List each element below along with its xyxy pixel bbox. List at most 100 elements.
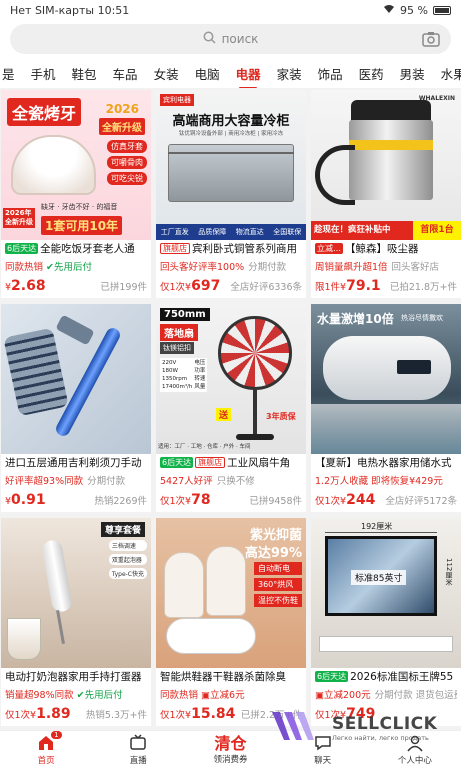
product-sub-gray: 分期付款 退货包运费	[374, 689, 457, 701]
frother-shaft	[56, 609, 65, 645]
vacuum-tank	[349, 120, 433, 200]
product-sub-red: 回头客好评率100%	[160, 261, 245, 273]
product-card[interactable]: 192厘米 112厘米 标准85英寸 6后天达 2026标准国标王牌55 ▣立减2…	[311, 518, 461, 726]
fan-spec-label: 功率	[194, 368, 206, 374]
tab-category[interactable]: 女装	[146, 64, 187, 83]
delivery-badge: 6后天达	[160, 457, 194, 468]
nav-label: 首页	[37, 755, 55, 766]
price-prefix: 仅1次¥	[315, 496, 347, 507]
price-prefix: 限1件¥	[315, 282, 347, 293]
nav-live[interactable]: 直播	[93, 733, 183, 766]
razor-blades	[3, 327, 69, 417]
camera-icon[interactable]	[421, 29, 441, 49]
tab-category[interactable]: 车品	[105, 64, 146, 83]
fan-base	[236, 434, 274, 440]
product-image-razor	[1, 304, 151, 454]
product-image-shoe-dryer: 紫光抑菌 高达99% 自动断电 360°烘风 温控不伤鞋	[156, 518, 306, 668]
sold-count: 热销2269件	[94, 496, 147, 507]
product-title: 工业风扇牛角	[227, 457, 291, 469]
product-sub-green: 先用后付	[54, 261, 93, 273]
dentures-tagline: 缺牙 · 牙齿不好 · 的福音	[41, 203, 118, 211]
shoe-dryer-feature-list: 自动断电 360°烘风 温控不伤鞋	[254, 562, 302, 607]
sellclick-logo-icon	[270, 710, 326, 746]
dentures-stamp: 2026年 全新升级	[3, 208, 35, 228]
tab-category[interactable]: 水果	[433, 64, 461, 83]
product-card[interactable]: 全瓷烤牙 2026 全新升级 仿真牙套 可嚼骨肉 可吃尖锐 缺牙 · 牙齿不好 …	[1, 90, 151, 298]
shoe-dryer-rate: 高达99%	[244, 546, 302, 561]
tab-category[interactable]: 医药	[351, 64, 392, 83]
tab-category[interactable]: 鞋包	[64, 64, 105, 83]
product-image-frother: 尊享套餐 三档调速 双重起泡器 Type-C快充	[1, 518, 151, 668]
nav-label: 领消费券	[213, 754, 248, 765]
tv-cabinet	[319, 636, 453, 652]
product-price: 79.1	[346, 278, 381, 294]
fan-spec: 1350rpm	[162, 376, 188, 382]
dentures-year: 2026	[105, 102, 139, 116]
tab-category[interactable]: 是	[0, 64, 23, 83]
dentures-feature: 仿真牙套	[107, 140, 147, 153]
tab-category[interactable]: 电脑	[187, 64, 228, 83]
product-title: 【鲸森】吸尘器	[345, 243, 419, 255]
dentures-feature: 可嚼骨肉	[107, 156, 147, 169]
fan-size: 750mm	[160, 308, 210, 321]
product-image-dentures: 全瓷烤牙 2026 全新升级 仿真牙套 可嚼骨肉 可吃尖锐 缺牙 · 牙齿不好 …	[1, 90, 151, 240]
tab-category[interactable]: 男装	[392, 64, 433, 83]
search-icon	[203, 31, 216, 48]
tab-category[interactable]: 手机	[23, 64, 64, 83]
product-card[interactable]: 750mm 落地扇 钛镁铝扣 220V 电压 180W 功率 1350rpm 转速 1…	[156, 304, 306, 512]
product-title: 电动打奶泡器家用手持打蛋器	[5, 671, 142, 683]
home-badge: 1	[51, 730, 62, 739]
nav-home[interactable]: 1 首页	[1, 730, 91, 766]
price-prefix: 仅1次¥	[5, 710, 37, 721]
flagship-badge: 旗舰店	[160, 243, 190, 254]
heater-sub: 热浴尽情撒欢	[401, 314, 443, 322]
dentures-feature: 可吃尖锐	[107, 172, 147, 185]
product-card[interactable]: 水量激增10倍 热浴尽情撒欢 【夏新】电热水器家用储水式 1.2万人收藏 即将恢…	[311, 304, 461, 512]
product-sub-gray: 分期付款	[248, 261, 287, 273]
product-sub-red: 立减200元	[323, 689, 371, 701]
tv-width: 192厘米	[361, 522, 393, 531]
frother-feature: 三档调速	[108, 540, 147, 551]
vacuum-hose	[315, 145, 355, 205]
search-input[interactable]: поиск	[10, 24, 451, 54]
product-card[interactable]: 紫光抑菌 高达99% 自动断电 360°烘风 温控不伤鞋 智能烘鞋器干鞋器杀菌除…	[156, 518, 306, 726]
frother-feature-list: 三档调速 双重起泡器 Type-C快充	[108, 540, 147, 579]
battery-icon	[433, 5, 451, 15]
price-prefix: 仅1次¥	[160, 282, 192, 293]
tab-category[interactable]: 饰品	[310, 64, 351, 83]
fan-use: 适用：工厂 · 工地 · 仓库 · 户外 · 车间	[158, 444, 251, 450]
product-card[interactable]: WHALEXIN 趁现在！疯狂补贴中 首限1台 立减… 【鲸森】吸尘器 周销量飙升…	[311, 90, 461, 298]
product-card[interactable]: 宾利电器 高端商用大容量冷柜 钛优铜冷设备外部 | 商用冷冻柜 | 家用冷冻 工…	[156, 90, 306, 298]
product-card[interactable]: 尊享套餐 三档调速 双重起泡器 Type-C快充 电动打奶泡器家用手持打蛋器 销…	[1, 518, 151, 726]
freezer-footer-item: 工厂直发	[160, 228, 189, 236]
frother-body	[40, 538, 74, 614]
product-image-heater: 水量激增10倍 热浴尽情撒欢	[311, 304, 461, 454]
tv-label: 标准85英寸	[351, 570, 407, 585]
sold-count: 全店好评5172条	[385, 496, 457, 507]
tab-category-active[interactable]: 电器	[228, 64, 269, 88]
freezer-headline: 高端商用大容量冷柜	[172, 114, 290, 129]
product-title: 【夏新】电热水器家用储水式	[315, 457, 452, 469]
sold-count: 热销5.3万+件	[85, 710, 147, 721]
search-placeholder: поиск	[221, 32, 259, 46]
freezer-footer-item: 品质保障	[198, 228, 227, 236]
product-image-fan: 750mm 落地扇 钛镁铝扣 220V 电压 180W 功率 1350rpm 转速 1…	[156, 304, 306, 454]
fan-motor: 钛镁铝扣	[160, 342, 194, 354]
fan-spec: 220V	[162, 360, 177, 366]
vacuum-lid	[351, 100, 431, 122]
product-sub-green: 先用后付	[84, 689, 123, 701]
tab-category[interactable]: 家装	[269, 64, 310, 83]
product-card[interactable]: 进口五层通用吉利剃须刀手动 好评率超93%同款 分期付款 ¥0.91 热销2269件	[1, 304, 151, 512]
product-sub-red-2: 立减6元	[210, 689, 245, 701]
dentures-shape	[11, 135, 96, 195]
fan-spec-list: 220V 电压 180W 功率 1350rpm 转速 17400m³/h 风量	[160, 358, 208, 392]
shoe-dryer-feature: 360°烘风	[254, 578, 302, 591]
pay-later-icon: ✔	[76, 689, 85, 701]
nav-clearance[interactable]: 清仓 领消费券	[185, 734, 275, 765]
fan-spec-label: 转速	[194, 376, 206, 382]
fan-warranty: 3年质保	[266, 412, 296, 421]
product-title: 宾利卧式铜管系列商用	[192, 243, 297, 255]
search-area: поиск	[0, 20, 461, 58]
freezer-brand: 宾利电器	[160, 94, 194, 106]
dentures-headline: 全瓷烤牙	[7, 98, 82, 126]
